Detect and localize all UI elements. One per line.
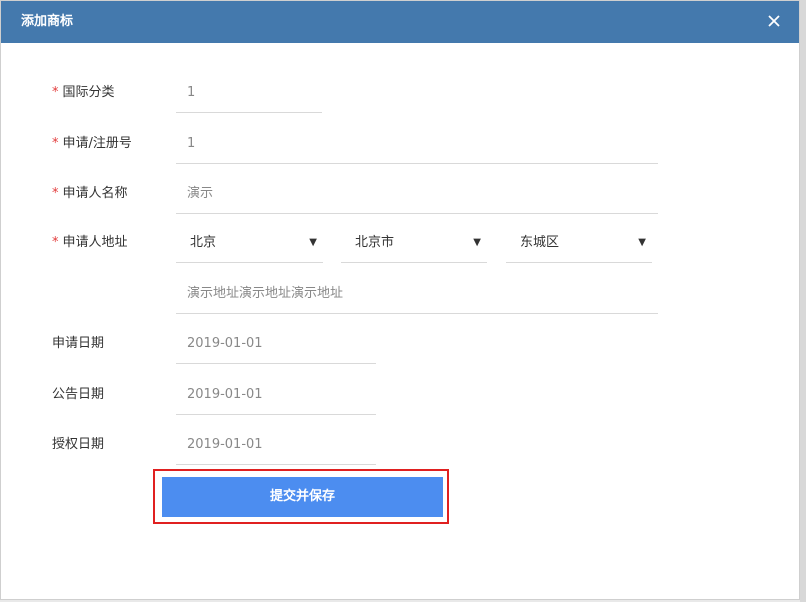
add-trademark-dialog: 添加商标 * 国际分类 1 * 申请/注册号 1 * 申请人名称 演示 * 申请人地址 …	[0, 0, 800, 600]
required-mark: *	[52, 186, 59, 201]
chevron-down-icon: ▼	[309, 237, 317, 248]
applicant-name-value: 演示	[187, 186, 214, 201]
city-select[interactable]: 北京市 ▼	[341, 223, 487, 263]
close-icon[interactable]	[763, 10, 785, 32]
district-value: 东城区	[520, 235, 560, 250]
form-row-applicant-name: * 申请人名称 演示	[1, 174, 799, 214]
grant-date-value: 2019-01-01	[187, 437, 263, 452]
city-value: 北京市	[355, 235, 395, 250]
chevron-down-icon: ▼	[473, 237, 481, 248]
chevron-down-icon: ▼	[638, 237, 646, 248]
dialog-title: 添加商标	[21, 14, 74, 29]
grant-date-label: 授权日期	[52, 437, 105, 452]
required-mark: *	[52, 235, 59, 250]
required-mark: *	[52, 85, 59, 100]
submit-highlight-box: 提交并保存	[153, 469, 449, 524]
address-detail-value: 演示地址演示地址演示地址	[187, 286, 344, 301]
page-edge	[800, 0, 806, 602]
intl-class-input[interactable]: 1	[176, 73, 322, 113]
apply-date-input[interactable]: 2019-01-01	[176, 324, 376, 364]
publish-date-input[interactable]: 2019-01-01	[176, 375, 376, 415]
form-row-address-detail: 演示地址演示地址演示地址	[1, 274, 799, 314]
address-detail-input[interactable]: 演示地址演示地址演示地址	[176, 274, 658, 314]
apply-date-label: 申请日期	[52, 336, 105, 351]
form-row-grant-date: 授权日期 2019-01-01	[1, 425, 799, 465]
dialog-header: 添加商标	[1, 1, 799, 43]
form-row-publish-date: 公告日期 2019-01-01	[1, 375, 799, 415]
publish-date-label: 公告日期	[52, 387, 105, 402]
grant-date-input[interactable]: 2019-01-01	[176, 425, 376, 465]
reg-no-input[interactable]: 1	[176, 124, 658, 164]
reg-no-label: * 申请/注册号	[52, 136, 132, 151]
form-row-apply-date: 申请日期 2019-01-01	[1, 324, 799, 364]
form-row-reg-no: * 申请/注册号 1	[1, 124, 799, 164]
apply-date-value: 2019-01-01	[187, 336, 263, 351]
form-row-applicant-address: * 申请人地址 北京 ▼ 北京市 ▼ 东城区 ▼	[1, 223, 799, 263]
applicant-name-input[interactable]: 演示	[176, 174, 658, 214]
submit-save-button[interactable]: 提交并保存	[162, 477, 443, 517]
province-select[interactable]: 北京 ▼	[176, 223, 323, 263]
publish-date-value: 2019-01-01	[187, 387, 263, 402]
intl-class-label: * 国际分类	[52, 85, 115, 100]
applicant-name-label: * 申请人名称	[52, 186, 128, 201]
applicant-address-label: * 申请人地址	[52, 235, 128, 250]
province-value: 北京	[190, 235, 217, 250]
district-select[interactable]: 东城区 ▼	[506, 223, 652, 263]
required-mark: *	[52, 136, 59, 151]
intl-class-value: 1	[187, 85, 196, 100]
form-row-intl-class: * 国际分类 1	[1, 73, 799, 113]
reg-no-value: 1	[187, 136, 196, 151]
